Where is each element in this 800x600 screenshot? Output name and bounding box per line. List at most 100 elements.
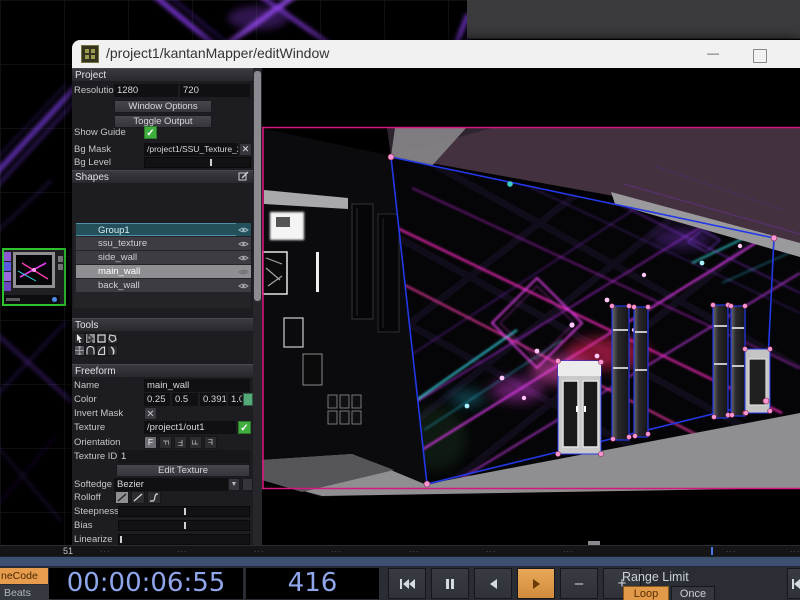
mapping-viewport[interactable]: [262, 68, 800, 546]
tab-beats[interactable]: Beats: [0, 585, 51, 600]
rolloff-label: Rolloff: [74, 491, 101, 504]
color-label: Color: [74, 393, 97, 406]
speed-minus-button[interactable]: –: [560, 568, 598, 599]
resolution-label: Resolution: [74, 84, 119, 97]
window-titlebar[interactable]: /project1/kantanMapper/editWindow —: [72, 40, 800, 68]
window-options-button[interactable]: Window Options: [114, 100, 212, 113]
node-display-dot: [52, 297, 57, 302]
maximize-button[interactable]: [753, 49, 767, 63]
toggle-output-button[interactable]: Toggle Output: [114, 115, 212, 128]
rectangle-tool[interactable]: [96, 333, 107, 344]
visibility-eye-icon[interactable]: [236, 251, 251, 264]
play-button[interactable]: [517, 568, 555, 599]
rolloff-linear-icon[interactable]: [131, 491, 145, 504]
background-window[interactable]: [467, 0, 800, 39]
frame-display[interactable]: 416: [246, 568, 379, 599]
move-tool[interactable]: [74, 345, 85, 356]
visibility-eye-icon[interactable]: [236, 265, 251, 278]
rolloff-step-icon[interactable]: [147, 491, 161, 504]
arch-tool[interactable]: [85, 345, 96, 356]
tab-timecode[interactable]: neCode: [0, 568, 48, 584]
freeform-tool[interactable]: [107, 333, 118, 344]
steepness-label: Steepness: [74, 505, 119, 518]
bg-level-slider[interactable]: [144, 157, 251, 168]
app-icon: [81, 45, 99, 63]
chevron-down-icon[interactable]: ▼: [228, 478, 240, 491]
step-back-button[interactable]: [474, 568, 512, 599]
edge-handle-teal[interactable]: [507, 181, 513, 187]
partial-skip-button[interactable]: [787, 568, 800, 599]
color-swatch[interactable]: [243, 393, 253, 406]
timeline-ruler[interactable]: 51 ...... ...... ...... ...... ...: [0, 545, 800, 556]
texture-ok-checkbox[interactable]: ✓: [238, 421, 251, 434]
color-a-field[interactable]: 1.0: [228, 393, 242, 406]
section-project[interactable]: Project: [72, 68, 253, 81]
color-b-field[interactable]: 0.391: [200, 393, 226, 406]
arc-wedge-tool[interactable]: [96, 345, 107, 356]
invert-mask-checkbox[interactable]: ✕: [144, 407, 157, 420]
color-g-field[interactable]: 0.5: [172, 393, 198, 406]
invert-mask-label: Invert Mask: [74, 407, 123, 420]
name-field[interactable]: main_wall: [144, 379, 250, 392]
orientation-270[interactable]: F: [189, 436, 202, 449]
kantan-mapper-window: /project1/kantanMapper/editWindow — Proj…: [72, 40, 800, 546]
screen: /project1/kantanMapper/editWindow — Proj…: [0, 0, 800, 600]
bias-slider[interactable]: [118, 520, 250, 531]
name-label: Name: [74, 379, 99, 392]
cabinet-shape[interactable]: [558, 361, 601, 454]
crescent-tool[interactable]: [107, 345, 118, 356]
softedge-extra-button[interactable]: [242, 478, 253, 491]
orientation-0[interactable]: F: [144, 436, 157, 449]
edit-texture-button[interactable]: Edit Texture: [116, 464, 250, 477]
edit-shapes-icon[interactable]: [238, 171, 249, 182]
node-footer: [4, 295, 60, 304]
pause-button[interactable]: [431, 568, 469, 599]
bg-mask-clear-button[interactable]: ✕: [239, 143, 252, 156]
shape-row-side-wall[interactable]: side_wall: [76, 251, 236, 264]
timecode-display[interactable]: 00:00:06:55: [49, 568, 243, 599]
color-r-field[interactable]: 0.25: [144, 393, 170, 406]
steepness-slider[interactable]: [118, 506, 250, 517]
texture-id-field[interactable]: 1: [118, 450, 250, 463]
orientation-mirror[interactable]: F: [204, 436, 217, 449]
select-tool[interactable]: [74, 333, 85, 344]
section-shapes[interactable]: Shapes: [72, 170, 253, 183]
network-node[interactable]: [2, 248, 66, 306]
direct-select-tool[interactable]: [85, 333, 96, 344]
orientation-90[interactable]: F: [159, 436, 172, 449]
transport-bar: neCode Beats 00:00:06:55 416 – + Range L…: [0, 567, 800, 600]
orientation-180[interactable]: F: [174, 436, 187, 449]
bg-mask-field[interactable]: /project1/SSU_Texture_2106x994: [144, 143, 238, 156]
timeline-range-bar[interactable]: [0, 556, 800, 567]
node-thumbnail: [16, 255, 52, 285]
orientation-label: Orientation: [74, 436, 120, 449]
visibility-eye-icon[interactable]: [236, 223, 251, 236]
pause-icon: [445, 578, 455, 590]
once-button[interactable]: Once: [671, 586, 715, 600]
show-guide-checkbox[interactable]: ✓: [144, 126, 157, 139]
resolution-width-field[interactable]: 1280: [114, 84, 178, 97]
shape-row-main-wall[interactable]: main_wall: [76, 265, 236, 278]
skip-to-start-button[interactable]: [388, 568, 426, 599]
shape-row-group1[interactable]: Group1: [76, 223, 236, 236]
rolloff-smooth-icon[interactable]: [115, 491, 129, 504]
shape-row-back-wall[interactable]: back_wall: [76, 279, 236, 292]
play-icon: [532, 578, 541, 590]
window-title: /project1/kantanMapper/editWindow: [106, 45, 329, 61]
visibility-eye-icon[interactable]: [236, 237, 251, 250]
section-freeform[interactable]: Freeform: [72, 364, 253, 377]
visibility-eye-icon[interactable]: [236, 279, 251, 292]
loop-button[interactable]: Loop: [623, 586, 669, 600]
playhead-tick[interactable]: [711, 547, 713, 555]
resolution-height-field[interactable]: 720: [180, 84, 250, 97]
softedge-dropdown[interactable]: Bezier: [114, 478, 228, 491]
shape-row-ssu-texture[interactable]: ssu_texture: [76, 237, 236, 250]
node-parameter-chips: [4, 252, 11, 292]
panel-scrollbar[interactable]: [253, 68, 262, 546]
minimize-button[interactable]: —: [705, 46, 721, 62]
softedge-label: Softedge: [74, 478, 112, 491]
section-tools[interactable]: Tools: [72, 318, 253, 331]
range-limit-label: Range Limit: [622, 570, 689, 584]
texture-field[interactable]: /project1/out1: [144, 421, 236, 434]
scrollbar-thumb[interactable]: [254, 71, 261, 301]
